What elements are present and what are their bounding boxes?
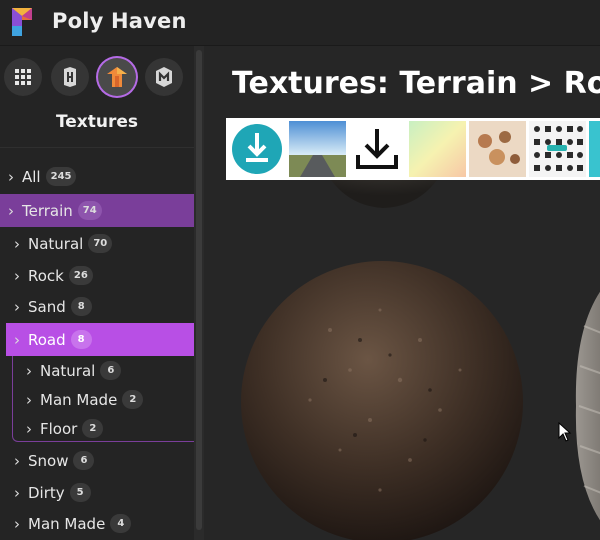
category-label: All xyxy=(22,167,41,186)
chevron-right-icon: › xyxy=(14,266,20,285)
asset-type-textures-button[interactable] xyxy=(98,58,136,96)
category-terrain-man-made[interactable]: › Man Made 4 xyxy=(0,507,194,540)
chevron-right-icon: › xyxy=(14,234,20,253)
category-road-floor[interactable]: › Floor 2 xyxy=(0,412,194,445)
category-label: Terrain xyxy=(22,201,73,220)
category-terrain[interactable]: › Terrain 74 xyxy=(0,194,194,227)
category-terrain-rock[interactable]: › Rock 26 xyxy=(0,259,194,292)
textures-icon xyxy=(107,67,127,87)
asset-type-all-button[interactable] xyxy=(4,58,42,96)
teal-thumbnail[interactable] xyxy=(589,121,600,177)
category-count-badge: 2 xyxy=(122,390,144,409)
category-count-badge: 70 xyxy=(88,234,113,253)
category-label: Man Made xyxy=(28,514,106,533)
category-label: Sand xyxy=(28,297,66,316)
mouse-cursor-icon xyxy=(558,422,572,442)
category-label: Rock xyxy=(28,266,64,285)
category-terrain-natural[interactable]: › Natural 70 xyxy=(0,227,194,260)
category-terrain-dirty[interactable]: › Dirty 5 xyxy=(0,476,194,509)
category-count-badge: 245 xyxy=(45,167,77,186)
texture-sphere-road-dirt[interactable] xyxy=(240,260,524,540)
category-label: Natural xyxy=(40,361,96,380)
category-label: Dirty xyxy=(28,483,65,502)
icon-collection-thumbnail[interactable] xyxy=(529,121,586,177)
download-circle-icon[interactable] xyxy=(229,121,286,177)
category-label: Natural xyxy=(28,234,84,253)
chevron-right-icon: › xyxy=(26,419,32,438)
category-count-badge: 26 xyxy=(68,266,93,285)
models-icon xyxy=(156,67,172,87)
road-photo-thumbnail[interactable] xyxy=(289,121,346,177)
grid-icon xyxy=(15,69,31,85)
chevron-right-icon: › xyxy=(14,451,20,470)
asset-type-hdri-button[interactable] xyxy=(51,58,89,96)
category-count-badge: 8 xyxy=(70,297,92,316)
category-count-badge: 5 xyxy=(69,483,91,502)
category-count-badge: 74 xyxy=(77,201,102,220)
category-label: Man Made xyxy=(40,390,118,409)
brand-name[interactable]: Poly Haven xyxy=(52,9,187,33)
category-count-badge: 2 xyxy=(82,419,104,438)
poly-haven-logo-icon[interactable] xyxy=(8,6,36,38)
page-title: Textures: Terrain > Road xyxy=(232,66,600,101)
chevron-right-icon: › xyxy=(14,297,20,316)
pastel-gradient-thumbnail[interactable] xyxy=(409,121,466,177)
category-count-badge: 6 xyxy=(73,451,95,470)
chevron-right-icon: › xyxy=(8,167,14,186)
chevron-right-icon: › xyxy=(8,201,14,220)
category-all[interactable]: › All 245 xyxy=(0,160,194,193)
sidebar-divider xyxy=(0,147,194,148)
sidebar-title: Textures xyxy=(55,112,139,132)
texture-sphere-partial-right[interactable] xyxy=(574,286,600,526)
top-header: Poly Haven xyxy=(0,0,600,46)
category-terrain-road[interactable]: › Road 8 xyxy=(6,323,194,356)
download-arrow-icon[interactable] xyxy=(349,121,406,177)
category-label: Snow xyxy=(28,451,69,470)
sidebar: Textures › All 245 › Terrain 74 › Natura… xyxy=(0,46,194,540)
category-count-badge: 4 xyxy=(110,514,132,533)
sidebar-scrollbar-thumb[interactable] xyxy=(196,50,202,530)
hdri-icon xyxy=(64,67,76,87)
ad-thumbnail-strip xyxy=(226,118,600,180)
category-label: Road xyxy=(28,330,66,349)
main-content: Textures: Terrain > Road xyxy=(204,46,600,540)
chevron-right-icon: › xyxy=(14,514,20,533)
category-count-badge: 8 xyxy=(70,330,92,349)
category-terrain-snow[interactable]: › Snow 6 xyxy=(0,444,194,477)
category-terrain-sand[interactable]: › Sand 8 xyxy=(0,290,194,323)
crafts-photo-thumbnail[interactable] xyxy=(469,121,526,177)
asset-type-models-button[interactable] xyxy=(145,58,183,96)
chevron-right-icon: › xyxy=(26,390,32,409)
category-count-badge: 6 xyxy=(100,361,122,380)
chevron-right-icon: › xyxy=(26,361,32,380)
chevron-right-icon: › xyxy=(14,483,20,502)
chevron-right-icon: › xyxy=(14,330,20,349)
asset-type-switcher xyxy=(4,58,183,96)
category-label: Floor xyxy=(40,419,78,438)
